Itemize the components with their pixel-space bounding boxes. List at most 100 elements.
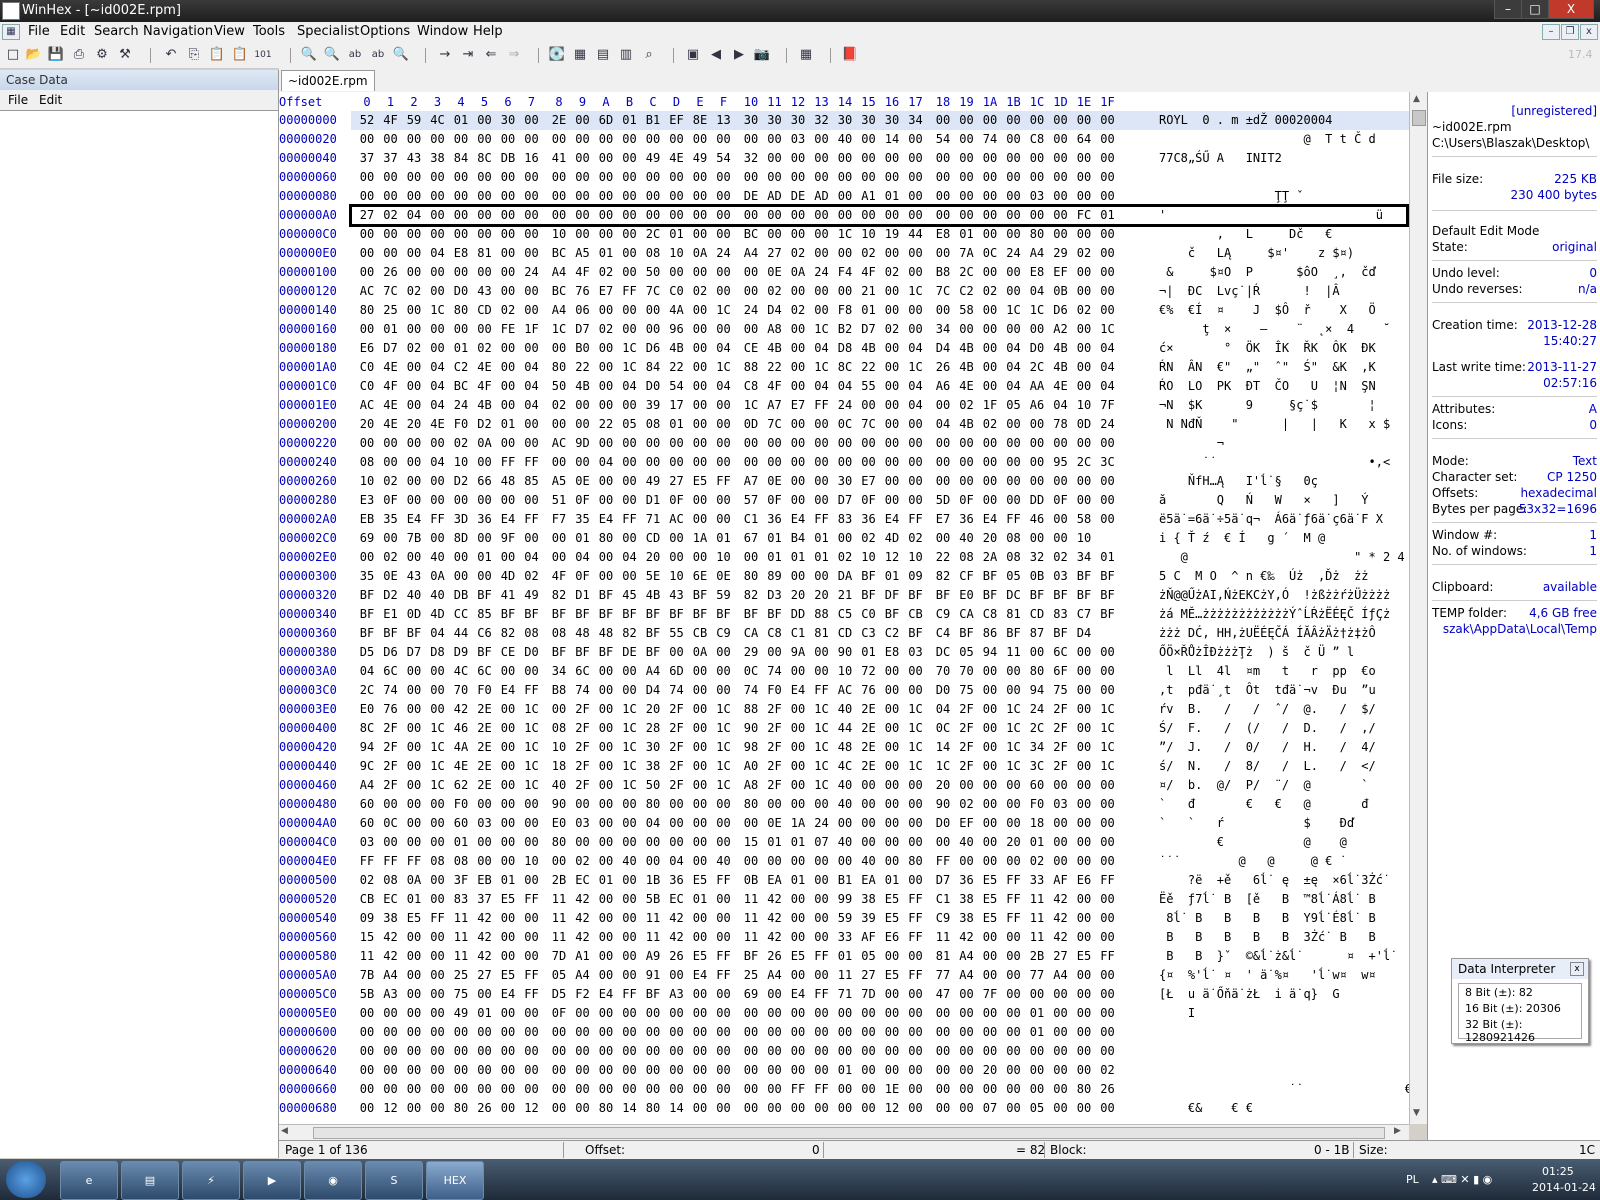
mdi-close-button[interactable]: x	[1580, 24, 1598, 40]
hex-byte[interactable]: 22	[594, 415, 618, 434]
hex-byte[interactable]: 20	[978, 1061, 1002, 1080]
hex-byte[interactable]: 50	[641, 776, 665, 795]
row-offset[interactable]: 00000440	[279, 757, 351, 776]
hex-byte[interactable]: 4E	[379, 358, 403, 377]
hex-byte[interactable]: 88	[739, 358, 763, 377]
hex-byte[interactable]: 42	[473, 947, 497, 966]
hex-byte[interactable]: 00	[810, 282, 834, 301]
hex-byte[interactable]: 00	[571, 396, 595, 415]
hex-byte[interactable]: 00	[641, 1080, 665, 1099]
hex-byte[interactable]: 11	[739, 890, 763, 909]
copy-hex-icon[interactable]: 101	[254, 46, 272, 64]
hex-byte[interactable]: 00	[618, 1080, 642, 1099]
hex-byte[interactable]: 04	[426, 358, 450, 377]
hex-byte[interactable]: 11	[1025, 890, 1049, 909]
hex-byte[interactable]: 00	[931, 453, 955, 472]
hex-byte[interactable]: 00	[712, 225, 736, 244]
hex-byte[interactable]: 5B	[355, 985, 379, 1004]
hex-byte[interactable]: 00	[594, 434, 618, 453]
hex-byte[interactable]: 04	[618, 377, 642, 396]
hex-byte[interactable]: 30	[739, 111, 763, 130]
hex-byte[interactable]: 00	[931, 301, 955, 320]
hex-byte[interactable]: F7	[547, 510, 571, 529]
hex-byte[interactable]: 00	[1049, 1080, 1073, 1099]
hex-byte[interactable]: 00	[426, 1099, 450, 1118]
hex-byte[interactable]: D5	[547, 985, 571, 1004]
hex-byte[interactable]: 10	[355, 472, 379, 491]
hex-byte[interactable]: 00	[955, 1061, 979, 1080]
hex-byte[interactable]: 00	[688, 396, 712, 415]
hex-byte[interactable]: 00	[904, 320, 928, 339]
hex-byte[interactable]: D9	[449, 643, 473, 662]
hex-byte[interactable]: 00	[739, 320, 763, 339]
hex-byte[interactable]: D7	[379, 339, 403, 358]
hex-byte[interactable]: 12	[880, 548, 904, 567]
hex-byte[interactable]: 00	[520, 1042, 544, 1061]
hex-byte[interactable]: EA	[763, 871, 787, 890]
hex-byte[interactable]: 0F	[763, 491, 787, 510]
hex-byte[interactable]: 02	[547, 396, 571, 415]
hex-byte[interactable]: 00	[665, 529, 689, 548]
row-offset[interactable]: 000002E0	[279, 548, 351, 567]
hex-byte[interactable]: 00	[712, 263, 736, 282]
hex-byte[interactable]: 01	[786, 833, 810, 852]
hex-byte[interactable]: 00	[739, 263, 763, 282]
hex-byte[interactable]: 0D	[739, 415, 763, 434]
hex-byte[interactable]: A4	[955, 947, 979, 966]
hex-byte[interactable]: 00	[426, 966, 450, 985]
hex-byte[interactable]: 00	[1096, 472, 1120, 491]
hex-byte[interactable]: BF	[594, 643, 618, 662]
hex-byte[interactable]: 6F	[1049, 662, 1073, 681]
hex-byte[interactable]: 00	[618, 966, 642, 985]
hex-byte[interactable]: BF	[904, 624, 928, 643]
hex-byte[interactable]: 74	[379, 681, 403, 700]
hex-byte[interactable]: 00	[810, 852, 834, 871]
hex-byte[interactable]: 00	[641, 1004, 665, 1023]
hex-byte[interactable]: 80	[449, 1099, 473, 1118]
hex-byte[interactable]: D2	[473, 415, 497, 434]
hex-byte[interactable]: 00	[665, 1042, 689, 1061]
hex-byte[interactable]: 42	[473, 909, 497, 928]
find-next-icon[interactable]: 🔍	[392, 46, 410, 64]
row-offset[interactable]: 00000300	[279, 567, 351, 586]
hex-byte[interactable]: 41	[496, 586, 520, 605]
hex-byte[interactable]: 35	[379, 510, 403, 529]
prev-icon[interactable]: ◀	[707, 46, 725, 64]
hex-byte[interactable]: 00	[496, 339, 520, 358]
hex-byte[interactable]: 00	[786, 149, 810, 168]
hex-byte[interactable]: 00	[810, 928, 834, 947]
hex-byte[interactable]: 00	[426, 890, 450, 909]
hex-byte[interactable]: 00	[955, 1004, 979, 1023]
hex-byte[interactable]: BF	[402, 624, 426, 643]
hex-byte[interactable]: 7C	[931, 282, 955, 301]
hex-byte[interactable]: 00	[665, 1023, 689, 1042]
hex-byte[interactable]: 43	[402, 567, 426, 586]
hex-byte[interactable]: BF	[665, 605, 689, 624]
hex-byte[interactable]: 8C	[833, 358, 857, 377]
hex-byte[interactable]: 00	[426, 1004, 450, 1023]
hex-byte[interactable]: 2F	[763, 719, 787, 738]
ascii-text[interactable]: 5 C M O ^ n €‰ Úż ‚Ďż żż	[1159, 567, 1369, 586]
hex-byte[interactable]: 00	[688, 491, 712, 510]
ascii-text[interactable]: & $¤O P $ôO ¸, čď	[1159, 263, 1376, 282]
hex-byte[interactable]: B0	[571, 339, 595, 358]
hex-byte[interactable]: 00	[688, 1023, 712, 1042]
hex-byte[interactable]: 00	[520, 1080, 544, 1099]
hex-byte[interactable]: 00	[520, 111, 544, 130]
find-text-icon[interactable]: 🔍	[300, 46, 318, 64]
hex-byte[interactable]: 00	[712, 320, 736, 339]
hex-byte[interactable]: 00	[1072, 472, 1096, 491]
hex-byte[interactable]: CF	[955, 567, 979, 586]
hex-byte[interactable]: 0D	[1072, 415, 1096, 434]
hex-byte[interactable]: 91	[641, 966, 665, 985]
hex-byte[interactable]: 00	[379, 1080, 403, 1099]
hex-byte[interactable]: 4F	[547, 567, 571, 586]
hex-byte[interactable]: 13	[712, 111, 736, 130]
case-menu-edit[interactable]: Edit	[39, 93, 62, 107]
hex-byte[interactable]: F2	[571, 985, 595, 1004]
hex-byte[interactable]: 00	[1096, 168, 1120, 187]
hex-byte[interactable]: 00	[665, 130, 689, 149]
hex-byte[interactable]: 4F	[857, 263, 881, 282]
hex-byte[interactable]: B8	[547, 681, 571, 700]
hex-byte[interactable]: 00	[618, 1004, 642, 1023]
